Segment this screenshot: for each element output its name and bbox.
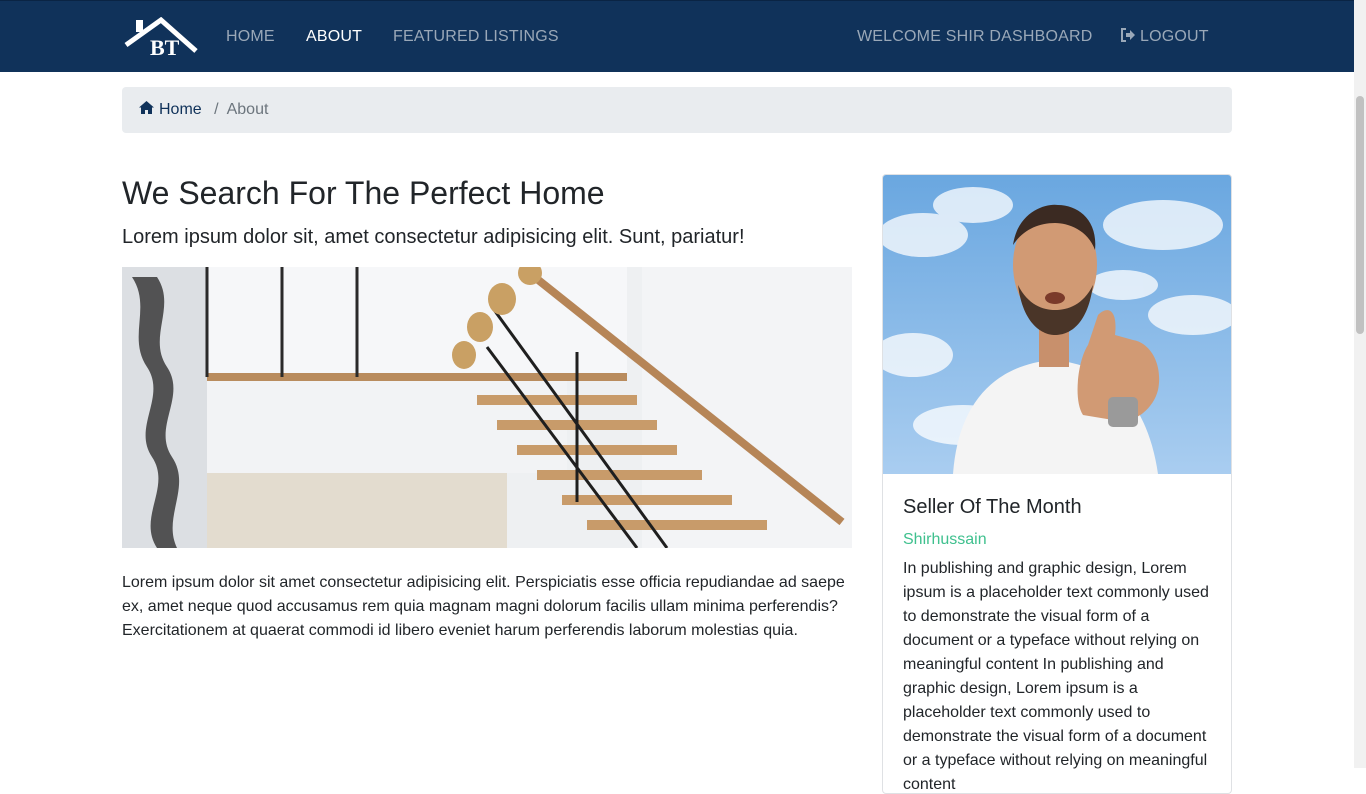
house-logo-icon: BT bbox=[124, 16, 198, 60]
nav-welcome-dashboard[interactable]: WELCOME SHIR DASHBOARD bbox=[857, 27, 1093, 47]
page-title: We Search For The Perfect Home bbox=[122, 175, 605, 211]
nav-home[interactable]: HOME bbox=[226, 27, 275, 47]
breadcrumb-home-label: Home bbox=[159, 101, 202, 118]
sign-out-icon bbox=[1121, 28, 1135, 42]
nav-about[interactable]: ABOUT bbox=[306, 27, 362, 47]
top-navbar: BT HOME ABOUT FEATURED LISTINGS WELCOME … bbox=[0, 0, 1354, 72]
about-paragraph: Lorem ipsum dolor sit amet consectetur a… bbox=[122, 574, 845, 639]
breadcrumb: Home / About bbox=[122, 87, 1232, 133]
page-scrollbar[interactable] bbox=[1354, 0, 1366, 768]
breadcrumb-separator: / bbox=[214, 101, 219, 118]
brand-logo[interactable]: BT bbox=[124, 16, 198, 61]
home-icon bbox=[139, 101, 154, 114]
seller-card-title: Seller Of The Month bbox=[903, 496, 1082, 518]
nav-logout[interactable]: LOGOUT bbox=[1120, 27, 1209, 47]
logout-label: LOGOUT bbox=[1140, 28, 1209, 45]
scrollbar-thumb[interactable] bbox=[1356, 96, 1364, 334]
seller-description: In publishing and graphic design, Lorem … bbox=[903, 560, 1209, 793]
nav-featured-listings[interactable]: FEATURED LISTINGS bbox=[393, 27, 559, 47]
lead-text: Lorem ipsum dolor sit, amet consectetur … bbox=[122, 226, 745, 248]
staircase-image bbox=[122, 267, 852, 548]
breadcrumb-home-link[interactable]: Home bbox=[138, 101, 206, 118]
seller-name-link[interactable]: Shirhussain bbox=[903, 530, 987, 550]
breadcrumb-current: About bbox=[226, 101, 269, 118]
svg-text:BT: BT bbox=[150, 35, 180, 60]
seller-photo bbox=[883, 175, 1231, 474]
seller-card: Seller Of The Month Shirhussain In publi… bbox=[882, 174, 1232, 794]
